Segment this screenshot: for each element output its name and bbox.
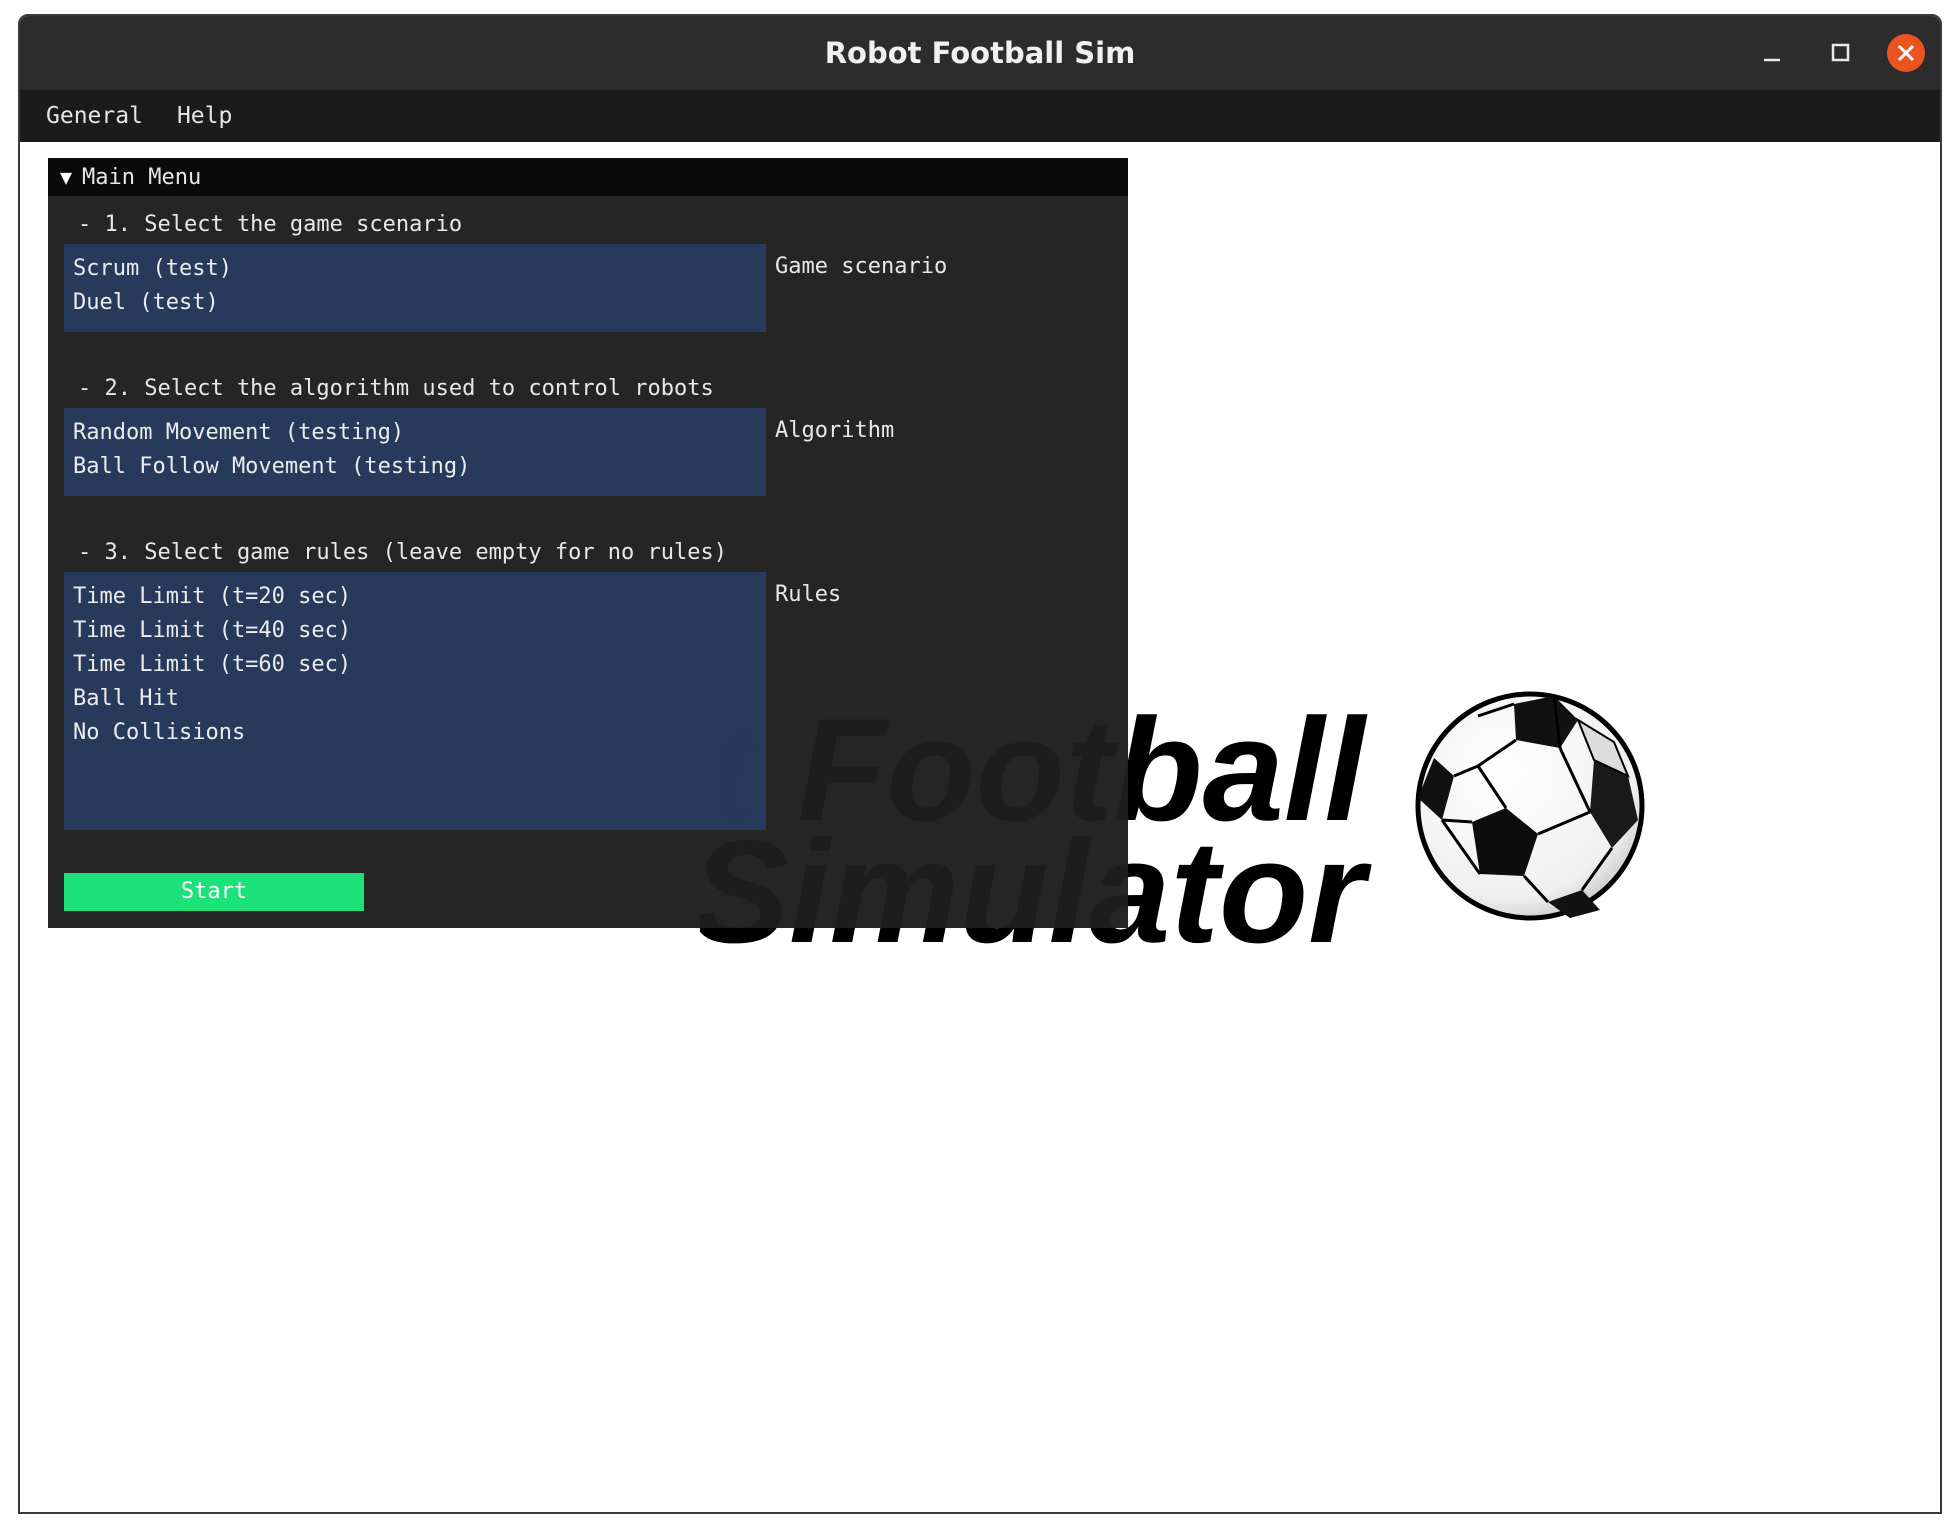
minimize-icon	[1764, 58, 1780, 62]
menu-general[interactable]: General	[46, 103, 143, 129]
list-item[interactable]: Duel (test)	[64, 286, 766, 320]
main-menu-panel: ▼ Main Menu - 1. Select the game scenari…	[48, 158, 1128, 928]
list-item[interactable]: Time Limit (t=40 sec)	[64, 614, 766, 648]
list-item[interactable]: No Collisions	[64, 716, 766, 750]
section-3-label: - 3. Select game rules (leave empty for …	[78, 540, 728, 565]
close-button[interactable]	[1886, 33, 1926, 73]
triangle-down-icon[interactable]: ▼	[60, 165, 72, 189]
list-item[interactable]: Ball Hit	[64, 682, 766, 716]
title-bar[interactable]: Robot Football Sim	[20, 16, 1940, 91]
algorithm-listbox[interactable]: Random Movement (testing) Ball Follow Mo…	[64, 408, 766, 496]
simulation-canvas[interactable]: Robot Football Simulator	[20, 142, 1940, 1512]
list-item[interactable]: Time Limit (t=60 sec)	[64, 648, 766, 682]
section-2-label: - 2. Select the algorithm used to contro…	[78, 376, 714, 401]
scenario-side-label: Game scenario	[775, 254, 948, 279]
menu-bar: General Help	[20, 90, 1940, 142]
start-button[interactable]: Start	[64, 873, 364, 911]
window-title: Robot Football Sim	[824, 36, 1136, 70]
algorithm-side-label: Algorithm	[775, 418, 895, 443]
list-item[interactable]: Time Limit (t=20 sec)	[64, 580, 766, 614]
minimize-button[interactable]	[1752, 33, 1792, 73]
panel-header[interactable]: ▼ Main Menu	[48, 158, 1128, 196]
scenario-listbox[interactable]: Scrum (test) Duel (test)	[64, 244, 766, 332]
rules-side-label: Rules	[775, 582, 842, 607]
list-item[interactable]: Ball Follow Movement (testing)	[64, 450, 766, 484]
rules-listbox[interactable]: Time Limit (t=20 sec) Time Limit (t=40 s…	[64, 572, 766, 830]
maximize-icon	[1831, 43, 1850, 62]
soccer-ball-icon	[1415, 691, 1645, 921]
app-window: Robot Football Sim General Help Robot Fo…	[18, 14, 1942, 1514]
menu-help[interactable]: Help	[177, 103, 232, 129]
panel-title: Main Menu	[82, 164, 202, 190]
section-1-label: - 1. Select the game scenario	[78, 212, 463, 237]
close-icon	[1887, 34, 1925, 72]
maximize-button[interactable]	[1820, 33, 1860, 73]
list-item[interactable]: Random Movement (testing)	[64, 416, 766, 450]
list-item[interactable]: Scrum (test)	[64, 252, 766, 286]
